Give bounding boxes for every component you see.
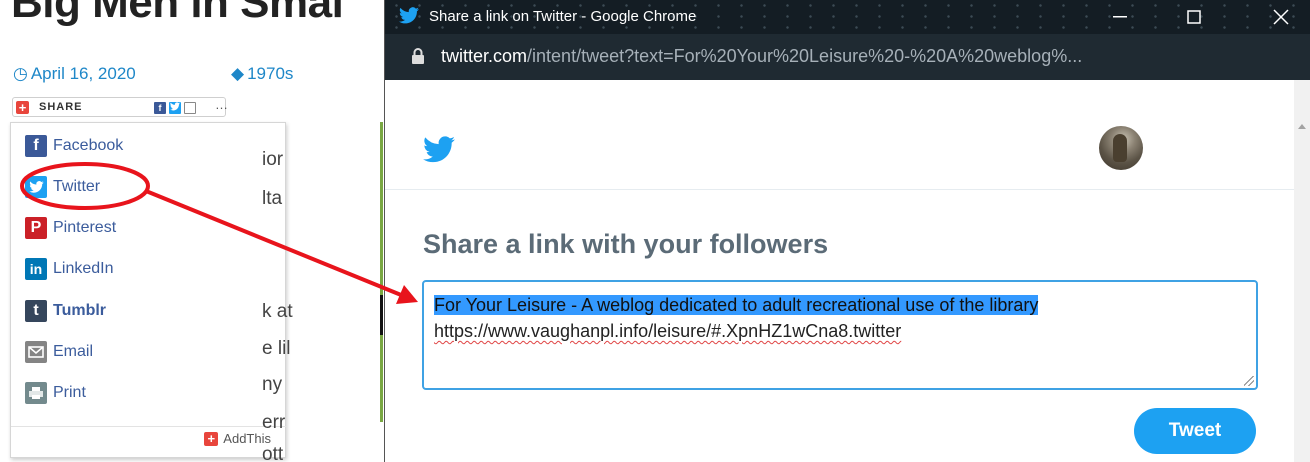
menu-divider [11, 426, 287, 427]
address-bar[interactable]: twitter.com/intent/tweet?text=For%20Your… [385, 34, 1310, 80]
post-date-text: April 16, 2020 [30, 64, 136, 83]
addthis-plus-icon: + [16, 101, 29, 114]
share-menu-item-email[interactable]: Email [25, 340, 93, 364]
share-menu-item-linkedin[interactable]: in LinkedIn [25, 257, 114, 281]
sidebar-strip [380, 122, 383, 422]
lock-icon[interactable] [411, 48, 425, 70]
share-menu-item-twitter[interactable]: Twitter [25, 175, 100, 199]
facebook-mini-icon[interactable]: f [154, 101, 166, 114]
email-mini-icon[interactable] [184, 101, 196, 114]
email-icon [25, 341, 47, 363]
avatar[interactable] [1099, 126, 1143, 170]
scrollbar[interactable] [1294, 80, 1310, 462]
body-text-fragment: k at [262, 301, 293, 322]
share-menu: f Facebook Twitter P Pinterest in Linked… [10, 122, 287, 458]
window-titlebar[interactable]: Share a link on Twitter - Google Chrome [385, 0, 1310, 34]
url-host: twitter.com [441, 46, 528, 66]
tag-icon: ◆ [231, 64, 245, 83]
maximize-icon[interactable] [1171, 0, 1217, 34]
resize-grip-icon[interactable] [1244, 376, 1254, 386]
post-date: ◷ April 16, 2020 [13, 64, 136, 84]
menu-label: Facebook [53, 137, 124, 154]
tweet-text-url: https://www.vaughanpl.info/leisure/#.Xpn… [434, 321, 902, 341]
print-icon [25, 382, 47, 404]
body-text-fragment: ott [262, 444, 284, 462]
sidebar-strip-dark [380, 295, 383, 335]
post-category-link[interactable]: ◆ 1970s [231, 64, 293, 84]
close-icon[interactable] [1258, 0, 1304, 34]
menu-label: Email [53, 343, 94, 360]
share-button[interactable]: + SHARE f … [12, 97, 228, 117]
twitter-icon [25, 176, 47, 198]
window-title: Share a link on Twitter - Google Chrome [429, 8, 697, 25]
post-title[interactable]: Big Men in Smal [11, 0, 344, 28]
body-text-fragment: err [262, 412, 286, 433]
tweet-button[interactable]: Tweet [1134, 408, 1256, 454]
share-more[interactable]: … [215, 97, 228, 112]
twitter-logo-icon[interactable] [423, 136, 455, 168]
share-mini-icons: f [154, 101, 196, 114]
body-text-fragment: e lil [262, 338, 291, 359]
share-menu-item-pinterest[interactable]: P Pinterest [25, 216, 116, 240]
page-heading: Share a link with your followers [423, 229, 829, 259]
share-label: SHARE [39, 101, 83, 113]
menu-label: LinkedIn [53, 260, 114, 277]
body-text-fragment: ny [262, 374, 283, 395]
minimize-icon[interactable] [1097, 0, 1143, 34]
pinterest-icon: P [25, 217, 47, 239]
tweet-text-selected: For Your Leisure - A weblog dedicated to… [434, 292, 1246, 318]
post-category-text: 1970s [247, 64, 294, 83]
menu-label: Pinterest [53, 219, 117, 236]
menu-label: Tumblr [53, 302, 107, 319]
clock-icon: ◷ [13, 64, 28, 83]
blog-page: Big Men in Smal ◷ April 16, 2020 ◆ 1970s +… [0, 0, 383, 462]
scroll-up-arrow-icon[interactable] [1298, 124, 1306, 129]
share-menu-item-facebook[interactable]: f Facebook [25, 134, 123, 158]
twitter-favicon-icon [399, 7, 419, 29]
url-path: /intent/tweet?text=For%20Your%20Leisure%… [527, 46, 1083, 66]
menu-label: Twitter [53, 178, 101, 195]
tweet-textarea[interactable]: For Your Leisure - A weblog dedicated to… [422, 280, 1258, 390]
facebook-icon: f [25, 135, 47, 157]
linkedin-icon: in [25, 258, 47, 280]
twitter-header [385, 80, 1295, 190]
body-text-fragment: lta [262, 188, 283, 209]
url-text[interactable]: twitter.com/intent/tweet?text=For%20Your… [441, 46, 1082, 67]
share-menu-item-tumblr[interactable]: t Tumblr [25, 299, 106, 323]
addthis-link[interactable]: + AddThis [204, 431, 271, 446]
chrome-popup-window: Share a link on Twitter - Google Chrome … [384, 0, 1310, 462]
twitter-mini-icon[interactable] [169, 101, 181, 114]
menu-label: Print [53, 384, 86, 401]
tumblr-icon: t [25, 300, 47, 322]
body-text-fragment: ior [262, 149, 284, 170]
addthis-icon: + [204, 431, 219, 446]
tweet-text-line: For Your Leisure - A weblog dedicated to… [434, 295, 1039, 315]
share-menu-item-print[interactable]: Print [25, 381, 86, 405]
